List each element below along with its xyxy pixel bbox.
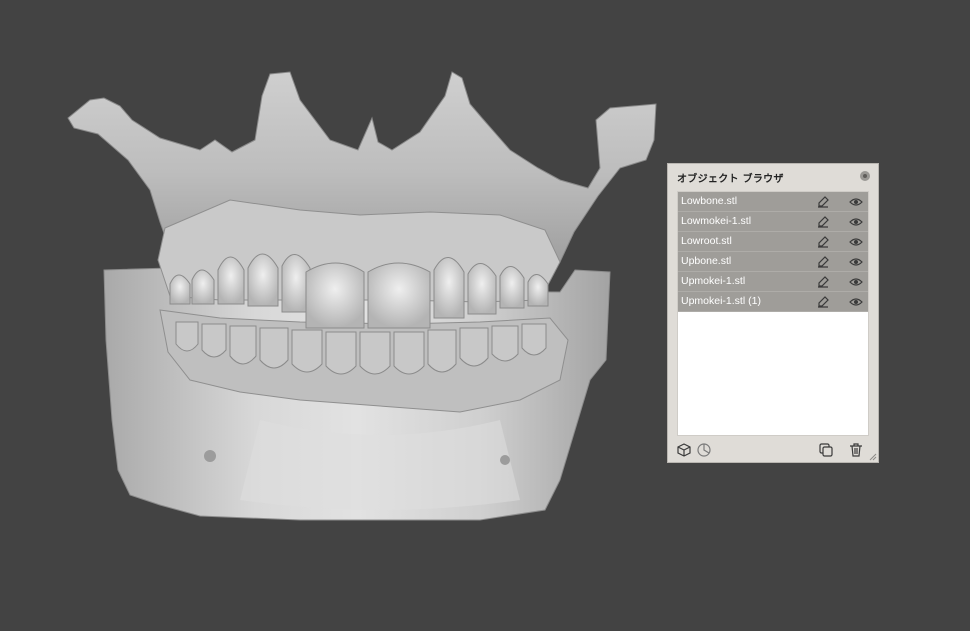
object-browser-panel: オブジェクト ブラウザ Lowbone.stl Lowmokei-1.stl L…	[667, 163, 879, 463]
cube-icon[interactable]	[676, 442, 692, 458]
duplicate-icon[interactable]	[818, 442, 834, 458]
eye-icon[interactable]	[849, 295, 863, 309]
trash-icon[interactable]	[848, 442, 864, 458]
resize-grip-icon[interactable]	[869, 453, 877, 461]
color-icon[interactable]	[696, 442, 712, 458]
eye-icon[interactable]	[849, 275, 863, 289]
panel-title: オブジェクト ブラウザ	[677, 174, 784, 185]
eye-icon[interactable]	[849, 235, 863, 249]
list-item[interactable]: Upmokei-1.stl (1)	[678, 292, 868, 312]
mental-foramen-right	[500, 455, 510, 465]
edit-icon[interactable]	[816, 195, 830, 209]
mental-foramen-left	[204, 450, 216, 462]
edit-icon[interactable]	[816, 295, 830, 309]
object-label: Upmokei-1.stl	[681, 275, 746, 287]
object-label: Lowbone.stl	[681, 195, 738, 207]
eye-icon[interactable]	[849, 195, 863, 209]
object-label: Upbone.stl	[681, 255, 732, 267]
list-item[interactable]: Upbone.stl	[678, 252, 868, 272]
object-label: Upmokei-1.stl (1)	[681, 295, 761, 307]
edit-icon[interactable]	[816, 275, 830, 289]
list-item[interactable]: Lowbone.stl	[678, 192, 868, 212]
eye-icon[interactable]	[849, 215, 863, 229]
edit-icon[interactable]	[816, 235, 830, 249]
list-item[interactable]: Lowmokei-1.stl	[678, 212, 868, 232]
list-item[interactable]: Lowroot.stl	[678, 232, 868, 252]
edit-icon[interactable]	[816, 255, 830, 269]
panel-header: オブジェクト ブラウザ	[668, 164, 878, 188]
object-label: Lowroot.stl	[681, 235, 732, 247]
list-item[interactable]: Upmokei-1.stl	[678, 272, 868, 292]
close-icon[interactable]	[860, 171, 870, 181]
object-label: Lowmokei-1.stl	[681, 215, 752, 227]
object-list: Lowbone.stl Lowmokei-1.stl Lowroot.stl U…	[677, 191, 869, 436]
edit-icon[interactable]	[816, 215, 830, 229]
eye-icon[interactable]	[849, 255, 863, 269]
